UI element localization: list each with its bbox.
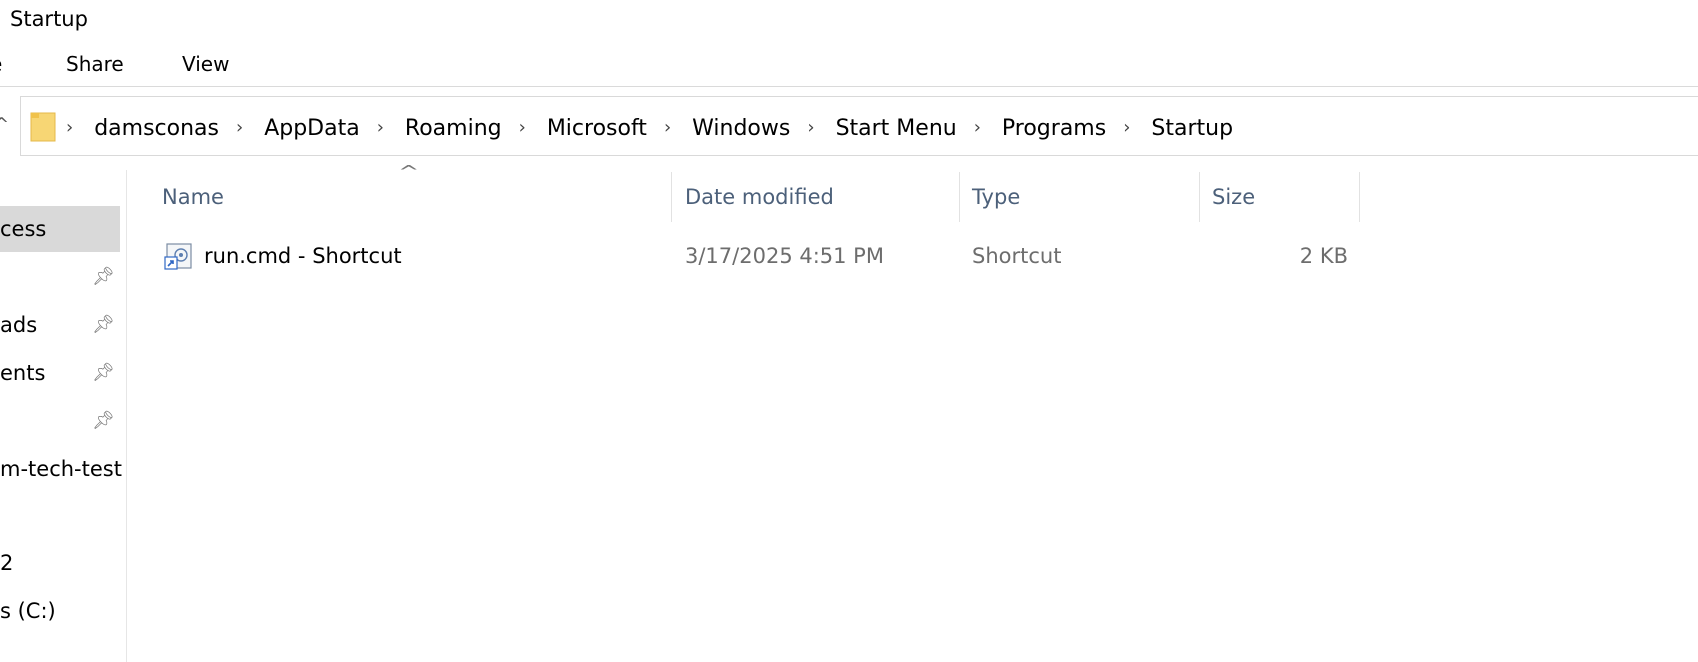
explorer-window: Startup e Share View ^ › damsconas › App…: [0, 0, 1698, 662]
ribbon-tab-home[interactable]: e: [0, 50, 2, 78]
breadcrumb-item-start-menu[interactable]: Start Menu: [833, 116, 960, 141]
folder-icon: [30, 112, 56, 142]
chevron-right-icon[interactable]: ›: [222, 117, 261, 138]
up-arrow-icon[interactable]: ^: [0, 114, 9, 135]
chevron-right-icon[interactable]: ›: [650, 117, 689, 138]
breadcrumb-item-microsoft[interactable]: Microsoft: [544, 116, 650, 141]
file-size: 2 KB: [1299, 244, 1348, 268]
nav-item-label: 2: [0, 551, 14, 575]
file-date-modified: 3/17/2025 4:51 PM: [685, 244, 884, 268]
column-divider[interactable]: [1199, 172, 1200, 222]
breadcrumb-item-windows[interactable]: Windows: [689, 116, 793, 141]
column-divider[interactable]: [1359, 172, 1360, 222]
ribbon-tabs: e Share View: [0, 44, 1698, 84]
ribbon-tab-view[interactable]: View: [182, 50, 229, 78]
pin-icon: 📌︎: [92, 314, 115, 335]
nav-item-downloads[interactable]: ads 📌︎: [0, 302, 120, 348]
nav-item-pictures[interactable]: 📌︎: [0, 398, 120, 444]
breadcrumb: › damsconas › AppData › Roaming › Micros…: [66, 110, 1236, 146]
column-header-type[interactable]: Type: [972, 170, 1020, 224]
chevron-right-icon[interactable]: ›: [1109, 117, 1148, 138]
ribbon-tab-share[interactable]: Share: [66, 50, 124, 78]
column-header-size[interactable]: Size: [1212, 170, 1255, 224]
file-row[interactable]: run.cmd - Shortcut 3/17/2025 4:51 PM Sho…: [152, 234, 1352, 278]
nav-item-documents[interactable]: ents 📌︎: [0, 350, 120, 396]
nav-item-label: m-tech-test: [0, 457, 122, 481]
nav-item-label: s (C:): [0, 599, 56, 623]
nav-item-label: ents: [0, 361, 46, 385]
breadcrumb-item-startup[interactable]: Startup: [1148, 116, 1236, 141]
breadcrumb-item-appdata[interactable]: AppData: [261, 116, 363, 141]
column-header-date-modified[interactable]: Date modified: [685, 170, 834, 224]
file-type: Shortcut: [972, 244, 1062, 268]
chevron-right-icon: ›: [66, 116, 74, 138]
breadcrumb-item-roaming[interactable]: Roaming: [402, 116, 505, 141]
sort-up-icon: ^: [397, 162, 420, 181]
pin-icon: 📌︎: [92, 410, 115, 431]
chevron-right-icon[interactable]: ›: [505, 117, 544, 138]
column-divider[interactable]: [959, 172, 960, 222]
shortcut-icon: [164, 243, 192, 270]
nav-item-label: cess: [0, 217, 47, 241]
breadcrumb-item-programs[interactable]: Programs: [999, 116, 1109, 141]
breadcrumb-item-damsconas[interactable]: damsconas: [91, 116, 222, 141]
nav-item-label: ads: [0, 313, 38, 337]
nav-item-windows-c[interactable]: s (C:): [0, 588, 120, 634]
pin-icon: 📌︎: [92, 266, 115, 287]
navigation-pane: cess 📌︎ ads 📌︎ ents 📌︎ 📌︎ m-tech-test 2 …: [0, 170, 127, 662]
column-divider[interactable]: [671, 172, 672, 222]
pin-icon: 📌︎: [92, 362, 115, 383]
chevron-right-icon[interactable]: ›: [363, 117, 402, 138]
file-name[interactable]: run.cmd - Shortcut: [204, 234, 402, 278]
nav-item-quick-access[interactable]: cess: [0, 206, 120, 252]
ribbon-divider: [0, 86, 1698, 87]
nav-item-tech-test[interactable]: m-tech-test: [0, 446, 122, 492]
column-header-name[interactable]: Name: [162, 170, 224, 224]
chevron-right-icon[interactable]: ›: [960, 117, 999, 138]
nav-item-drive-2[interactable]: 2: [0, 540, 120, 586]
nav-item-desktop[interactable]: 📌︎: [0, 254, 120, 300]
window-title: Startup: [10, 7, 88, 31]
chevron-right-icon[interactable]: ›: [793, 117, 832, 138]
